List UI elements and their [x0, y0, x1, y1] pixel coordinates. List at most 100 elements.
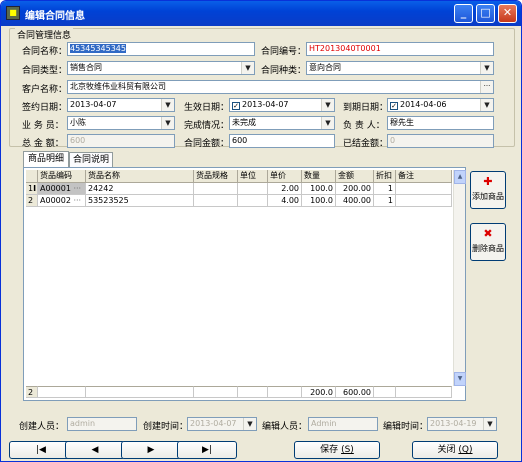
chevron-down-icon: ▼	[161, 117, 174, 129]
grid-scrollbar[interactable]: ▲ ▼	[453, 170, 466, 386]
table-cell-code[interactable]: A00001 ···	[38, 183, 86, 195]
col-header-unit[interactable]: 单位	[238, 170, 268, 183]
col-header-qty[interactable]: 数量	[302, 170, 336, 183]
total-cell	[194, 386, 238, 398]
total-count: 2	[26, 386, 38, 398]
chevron-down-icon: ▼	[480, 62, 493, 74]
prev-record-button[interactable]: ◀	[65, 441, 125, 459]
col-header-code[interactable]: 货品编码	[38, 170, 86, 183]
first-record-button[interactable]: |◀	[9, 441, 73, 459]
editor-label: 编辑人员：	[262, 422, 308, 432]
close-window-button[interactable]: ✕	[498, 4, 517, 23]
total-cell	[238, 386, 268, 398]
scroll-up-icon[interactable]: ▲	[454, 170, 466, 184]
browse-icon[interactable]: ···	[480, 81, 493, 93]
table-cell-unit[interactable]	[238, 183, 268, 195]
contract-amount-input[interactable]: 600	[229, 134, 335, 148]
row-header[interactable]: 2	[26, 195, 38, 207]
table-cell-unit[interactable]	[238, 195, 268, 207]
contract-name-label: 合同名称：	[22, 47, 68, 57]
contract-type-label: 合同类型：	[22, 66, 68, 76]
table-cell-name[interactable]: 24242	[86, 183, 194, 195]
owner-input[interactable]: 穆先生	[387, 116, 494, 130]
table-cell-note[interactable]	[396, 183, 452, 195]
total-cell	[268, 386, 302, 398]
sign-date-picker[interactable]: 2013-04-07 ▼	[67, 98, 175, 112]
next-record-button[interactable]: ▶	[121, 441, 181, 459]
tab-contract-notes[interactable]: 合同说明	[69, 152, 113, 168]
total-cell	[86, 386, 194, 398]
table-cell-note[interactable]	[396, 195, 452, 207]
close-button[interactable]: 关闭 (Q)	[412, 441, 498, 459]
contract-type-select[interactable]: 销售合同 ▼	[67, 61, 255, 75]
col-header-discount[interactable]: 折扣	[374, 170, 396, 183]
chevron-down-icon: ▼	[243, 418, 256, 430]
maximize-button[interactable]: □	[476, 4, 495, 23]
table-cell-price[interactable]: 4.00	[268, 195, 302, 207]
remove-product-button[interactable]: ✖ 删除商品	[470, 223, 506, 261]
table-cell-code[interactable]: A00002 ···	[38, 195, 86, 207]
contract-name-input[interactable]: 45345345345	[67, 42, 255, 56]
expire-date-picker[interactable]: ✓ 2014-04-06 ▼	[387, 98, 494, 112]
save-button[interactable]: 保存 (S)	[294, 441, 380, 459]
table-cell-amount[interactable]: 200.00	[336, 183, 374, 195]
table-cell-price[interactable]: 2.00	[268, 183, 302, 195]
creator-label: 创建人员：	[19, 422, 65, 432]
product-grid-panel: 货品编码 货品名称 货品规格 单位 单价 数量 金额 折扣 备注 1I A000…	[23, 167, 466, 401]
contract-no-label: 合同编号：	[261, 47, 307, 57]
add-product-button[interactable]: ✚ 添加商品	[470, 171, 506, 209]
browse-icon[interactable]: ···	[73, 184, 81, 193]
effective-date-picker[interactable]: ✓ 2013-04-07 ▼	[229, 98, 335, 112]
minimize-button[interactable]: _	[454, 4, 473, 23]
scroll-down-icon[interactable]: ▼	[454, 372, 466, 386]
table-cell-amount[interactable]: 400.00	[336, 195, 374, 207]
row-header[interactable]: 1I	[26, 183, 38, 195]
salesman-label: 业 务 员：	[22, 121, 64, 131]
chevron-down-icon: ▼	[483, 418, 496, 430]
col-header-amount[interactable]: 金额	[336, 170, 374, 183]
total-cell	[38, 386, 86, 398]
table-cell-spec[interactable]	[194, 195, 238, 207]
chevron-down-icon: ▼	[321, 99, 334, 111]
contract-kind-label: 合同种类：	[261, 66, 307, 76]
plus-icon: ✚	[483, 175, 493, 188]
expire-date-checkbox[interactable]: ✓	[390, 102, 398, 110]
last-record-button[interactable]: ▶|	[177, 441, 237, 459]
completion-select[interactable]: 未完成 ▼	[229, 116, 335, 130]
chevron-down-icon: ▼	[321, 117, 334, 129]
sign-date-label: 签约日期：	[22, 103, 68, 113]
col-header-spec[interactable]: 货品规格	[194, 170, 238, 183]
edit-time-label: 编辑时间：	[383, 422, 429, 432]
title-bar[interactable]: ■ 编辑合同信息 _ □ ✕	[1, 1, 521, 26]
table-cell-discount[interactable]: 1	[374, 195, 396, 207]
add-product-label: 添加商品	[472, 192, 504, 201]
contract-no-input[interactable]: HT2013040T0001	[306, 42, 494, 56]
contract-kind-select[interactable]: 意向合同 ▼	[306, 61, 494, 75]
owner-label: 负 责 人：	[343, 121, 385, 131]
chevron-down-icon: ▼	[161, 99, 174, 111]
contract-amount-label: 合同金额：	[184, 139, 230, 149]
table-cell-qty[interactable]: 100.0	[302, 183, 336, 195]
col-header-note[interactable]: 备注	[396, 170, 452, 183]
app-icon: ■	[6, 6, 20, 20]
browse-icon[interactable]: ···	[73, 196, 81, 205]
total-amount: 600.00	[336, 386, 374, 398]
table-cell-name[interactable]: 53523525	[86, 195, 194, 207]
customer-input[interactable]: 北京牧维伟业科贸有限公司 ···	[67, 80, 494, 94]
delete-icon: ✖	[483, 227, 493, 240]
chevron-down-icon: ▼	[480, 99, 493, 111]
table-cell-spec[interactable]	[194, 183, 238, 195]
table-cell-qty[interactable]: 100.0	[302, 195, 336, 207]
col-header-price[interactable]: 单价	[268, 170, 302, 183]
salesman-select[interactable]: 小陈 ▼	[67, 116, 175, 130]
create-time-picker: 2013-04-07 ▼	[187, 417, 257, 431]
effective-date-label: 生效日期：	[184, 103, 230, 113]
creator-input: admin	[67, 417, 137, 431]
effective-date-checkbox[interactable]: ✓	[232, 102, 240, 110]
table-cell-discount[interactable]: 1	[374, 183, 396, 195]
total-amount-label: 总 金 额：	[22, 139, 64, 149]
tab-product-details[interactable]: 商品明细	[23, 151, 69, 168]
total-qty: 200.0	[302, 386, 336, 398]
col-header-name[interactable]: 货品名称	[86, 170, 194, 183]
group-title: 合同管理信息	[15, 28, 74, 41]
